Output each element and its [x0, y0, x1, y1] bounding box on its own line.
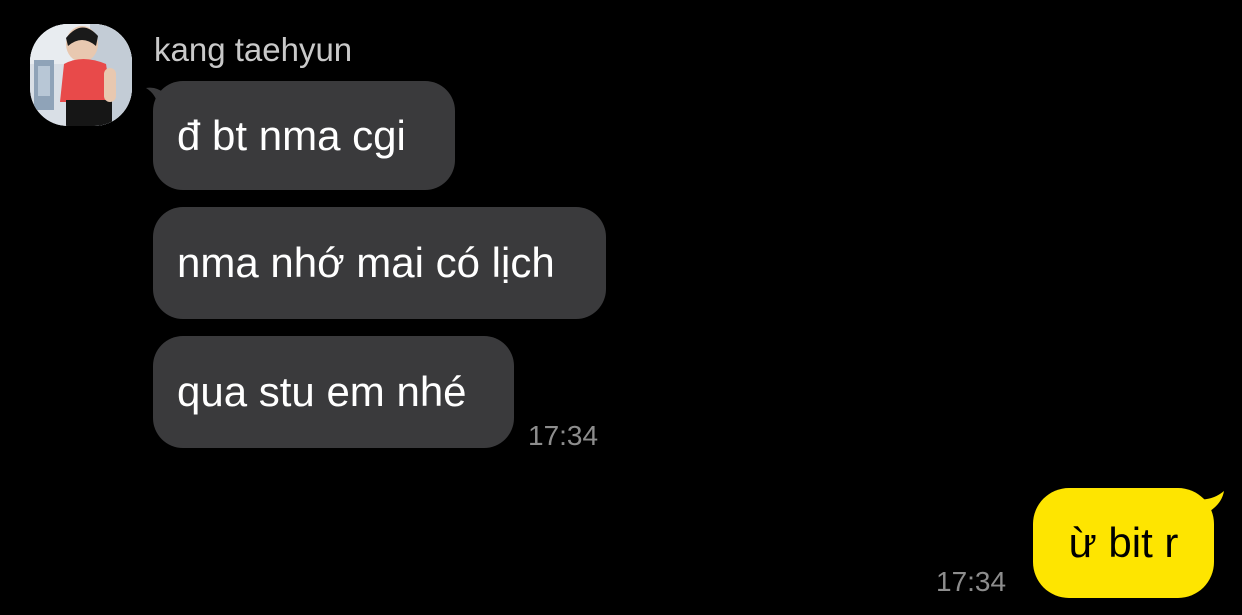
outgoing-message-bubble[interactable]: ừ bit r — [1033, 488, 1214, 598]
message-text: qua stu em nhé — [177, 368, 467, 415]
avatar[interactable] — [30, 24, 132, 126]
message-text: ừ bit r — [1068, 519, 1179, 566]
incoming-message-bubble[interactable]: đ bt nma cgi — [153, 81, 455, 190]
message-timestamp: 17:34 — [528, 420, 599, 451]
incoming-message-bubble[interactable]: nma nhớ mai có lịch — [153, 207, 606, 319]
message-text: đ bt nma cgi — [177, 111, 406, 159]
message-text: nma nhớ mai có lịch — [177, 239, 555, 286]
incoming-message-bubble[interactable]: qua stu em nhé — [153, 336, 514, 448]
sender-name: kang taehyun — [154, 31, 353, 68]
message-timestamp: 17:34 — [936, 566, 1007, 597]
profile-photo-icon — [30, 24, 132, 126]
